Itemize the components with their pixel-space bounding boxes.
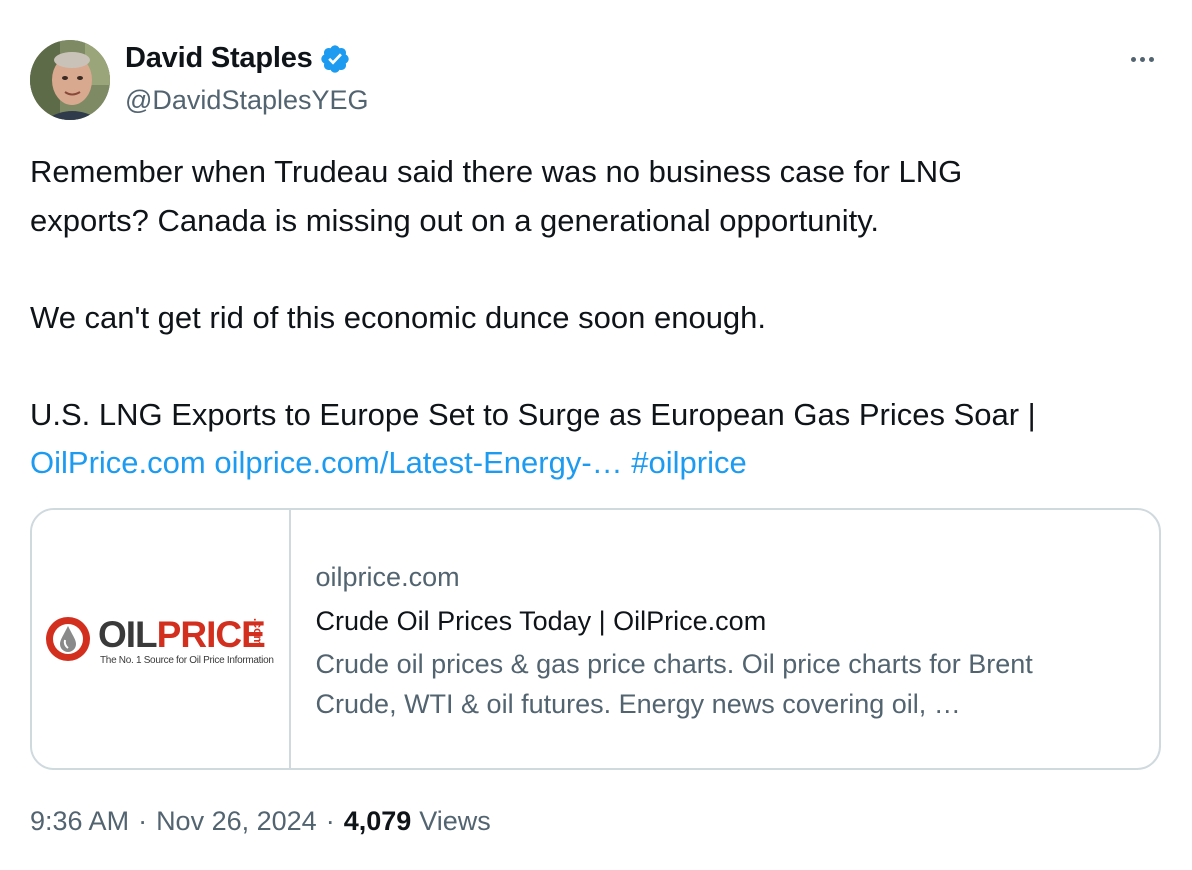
card-text[interactable]: oilprice.com Crude Oil Prices Today | Oi… [291,510,1159,768]
card-description: Crude oil prices & gas price charts. Oil… [316,644,1159,724]
tweet-line: exports? Canada is missing out on a gene… [30,202,880,238]
more-options-icon[interactable] [1122,44,1162,74]
card-title: Crude Oil Prices Today | OilPrice.com [315,606,767,636]
more-dot [1130,56,1136,62]
avatar[interactable] [30,40,110,120]
more-dot [1148,56,1154,62]
logo-word-price: PRICE [156,614,266,655]
logo-tagline: The No. 1 Source for Oil Price Informati… [100,655,274,666]
author-name[interactable]: David Staples [125,42,313,75]
hashtag-link[interactable]: #oilprice [631,445,746,480]
tweet-line: Remember when Trudeau said there was no … [30,154,963,189]
tweet-text: Remember when Trudeau said there was no … [30,148,1160,488]
author-handle[interactable]: @DavidStaplesYEG [125,85,369,116]
views-count[interactable]: 4,079 [344,806,412,837]
card-thumbnail[interactable]: OILPRICE .com The No. 1 Source for Oil P… [32,510,291,768]
logo-word-oil: OIL [98,614,158,655]
link-preview-card[interactable]: OILPRICE .com The No. 1 Source for Oil P… [30,508,1161,770]
oilprice-logo: OILPRICE .com The No. 1 Source for Oil P… [43,614,283,674]
logo-wordmark: OILPRICE [98,614,266,656]
tweet-time[interactable]: 9:36 AM [30,806,129,837]
mention-link[interactable]: OilPrice.com [30,445,206,480]
views-label: Views [419,806,491,836]
logo-com-suffix: .com [251,618,265,647]
url-link[interactable]: oilprice.com/Latest-Energy-… [214,445,622,480]
card-description-line: Crude, WTI & oil futures. Energy news co… [315,689,961,719]
oil-drop-icon [46,617,90,661]
card-description-line: Crude oil prices & gas price charts. Oil… [315,649,1033,679]
more-dot [1139,56,1145,62]
tweet-line: We can't get rid of this economic dunce … [30,299,767,335]
avatar-image [30,40,110,120]
verified-badge-icon[interactable] [319,43,351,75]
tweet-links-line: OilPrice.com oilprice.com/Latest-Energy-… [30,439,1160,488]
tweet-date[interactable]: Nov 26, 2024 [156,806,317,837]
tweet-meta: 9:36 AM · Nov 26, 2024 · 4,079 Views [30,806,491,837]
meta-separator: · [325,806,335,836]
card-domain: oilprice.com [315,562,460,592]
tweet-line: U.S. LNG Exports to Europe Set to Surge … [30,396,1036,432]
tweet: David Staples @DavidStaplesYEG Remember … [0,0,1192,870]
meta-separator: · [138,806,148,836]
author-name-row[interactable]: David Staples [125,42,351,75]
